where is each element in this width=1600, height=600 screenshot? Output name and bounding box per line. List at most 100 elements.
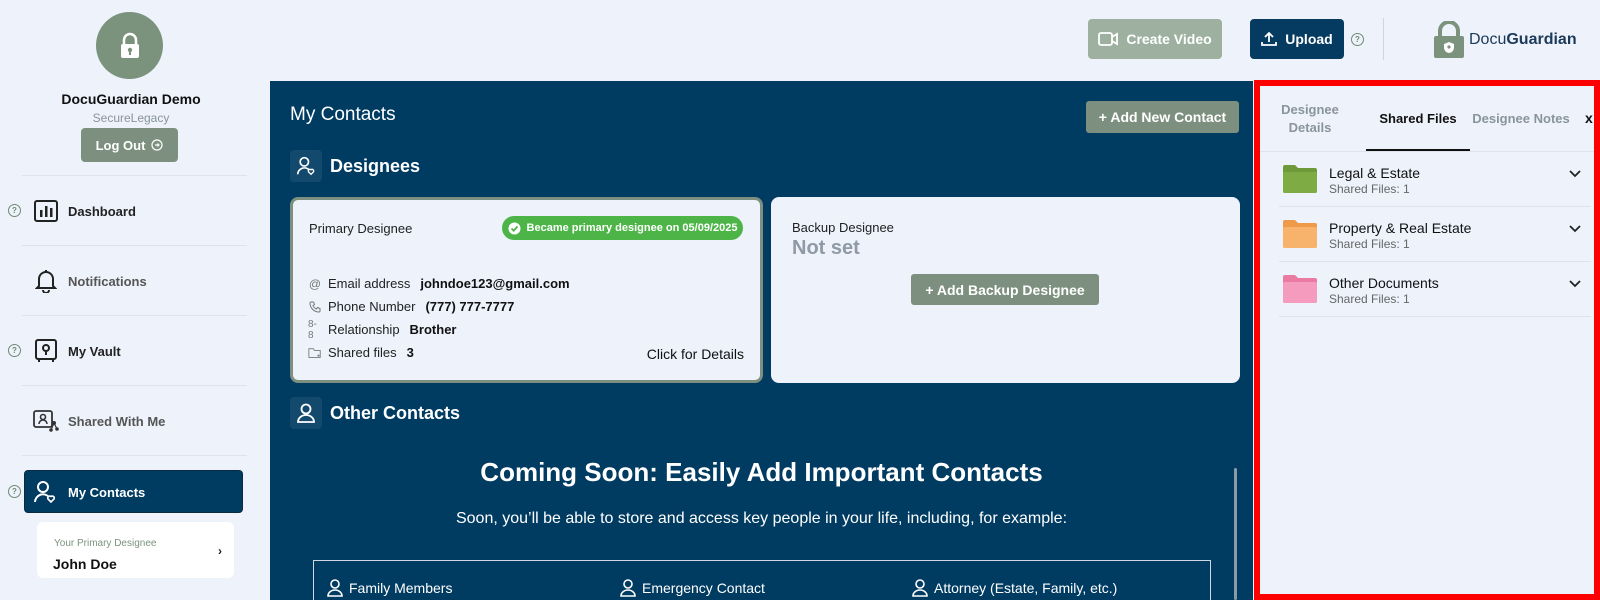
email-label: Email address bbox=[328, 276, 411, 291]
person-icon bbox=[290, 397, 322, 429]
check-circle-icon bbox=[508, 222, 521, 234]
create-video-button[interactable]: Create Video bbox=[1088, 19, 1222, 59]
user-avatar[interactable] bbox=[96, 12, 163, 79]
upload-button[interactable]: Upload bbox=[1250, 19, 1344, 59]
phone-row: Phone Number (777) 777-7777 bbox=[308, 299, 514, 314]
folder-name: Legal & Estate bbox=[1329, 165, 1421, 181]
sidebar-item-shared-with-me[interactable]: Shared With Me bbox=[0, 400, 246, 442]
folder-name: Other Documents bbox=[1329, 275, 1439, 291]
tab-designee-details[interactable]: Designee Details bbox=[1270, 101, 1350, 137]
sidebar-item-notifications[interactable]: Notifications bbox=[0, 260, 246, 302]
nav-divider bbox=[22, 455, 247, 456]
user-org: SecureLegacy bbox=[92, 111, 170, 125]
contact-type-item: Emergency Contact bbox=[620, 579, 765, 597]
nav-label-notifications: Notifications bbox=[68, 274, 147, 289]
contact-type-label: Family Members bbox=[349, 580, 453, 596]
primary-designee-label: Your Primary Designee bbox=[54, 538, 157, 549]
designee-side-panel: Designee Details Shared Files Designee N… bbox=[1254, 80, 1600, 600]
email-value: johndoe123@gmail.com bbox=[420, 276, 570, 291]
sidebar-item-dashboard[interactable]: ? Dashboard bbox=[0, 190, 246, 232]
folder-row-other-documents[interactable]: Other Documents Shared Files: 1 bbox=[1279, 262, 1591, 317]
nav-divider bbox=[22, 245, 247, 246]
relationship-label: Relationship bbox=[328, 322, 400, 337]
nav-divider bbox=[22, 175, 247, 176]
help-icon[interactable]: ? bbox=[8, 344, 21, 357]
primary-status-text: Became primary designee on 05/09/2025 bbox=[526, 222, 738, 234]
nav-label-dashboard: Dashboard bbox=[68, 204, 136, 219]
chevron-down-icon[interactable] bbox=[1569, 170, 1581, 178]
contact-type-item: Attorney (Estate, Family, etc.) bbox=[912, 579, 1117, 597]
sidebar-item-my-contacts[interactable]: My Contacts bbox=[24, 470, 243, 513]
active-tab-indicator bbox=[1366, 149, 1470, 151]
relationship-value: Brother bbox=[409, 322, 457, 337]
nav-divider bbox=[22, 315, 247, 316]
chart-icon bbox=[33, 198, 59, 224]
shared-files-label: Shared files bbox=[328, 345, 397, 360]
sidebar-item-my-vault[interactable]: ? My Vault bbox=[0, 330, 246, 372]
header-divider bbox=[1383, 18, 1384, 60]
main-scrollbar[interactable] bbox=[1234, 468, 1237, 600]
brand-name: DocuGuardian bbox=[1469, 31, 1577, 49]
phone-icon bbox=[308, 300, 322, 314]
backup-designee-label: Backup Designee bbox=[792, 220, 894, 235]
nav-label-my-contacts: My Contacts bbox=[68, 485, 146, 500]
contact-type-label: Attorney (Estate, Family, etc.) bbox=[934, 580, 1118, 596]
chevron-right-icon: › bbox=[218, 544, 222, 558]
nav-divider bbox=[22, 385, 247, 386]
help-icon[interactable]: ? bbox=[8, 485, 21, 498]
contacts-icon bbox=[32, 479, 58, 505]
user-name: DocuGuardian Demo bbox=[61, 91, 201, 107]
email-row: @ Email address johndoe123@gmail.com bbox=[308, 276, 570, 291]
primary-designee-card[interactable]: Your Primary Designee John Doe › bbox=[37, 522, 234, 578]
backup-designee-card: Backup Designee Not set + Add Backup Des… bbox=[771, 197, 1240, 383]
person-icon bbox=[912, 579, 928, 597]
lock-icon bbox=[120, 32, 139, 58]
bell-icon bbox=[33, 268, 59, 294]
tab-shared-files[interactable]: Shared Files bbox=[1366, 111, 1470, 126]
folder-count: Shared Files: 1 bbox=[1329, 237, 1410, 251]
contacts-icon bbox=[290, 150, 322, 182]
click-for-details-link[interactable]: Click for Details bbox=[647, 346, 744, 362]
help-icon[interactable]: ? bbox=[8, 204, 21, 217]
backup-designee-value: Not set bbox=[792, 237, 860, 259]
close-panel-button[interactable]: x bbox=[1585, 110, 1593, 126]
designees-heading: Designees bbox=[290, 150, 420, 182]
contact-type-item: Family Members bbox=[327, 579, 452, 597]
person-icon bbox=[620, 579, 636, 597]
folder-icon bbox=[1283, 275, 1317, 303]
shared-files-row: Shared files 3 bbox=[308, 345, 414, 360]
folder-count: Shared Files: 1 bbox=[1329, 182, 1410, 196]
primary-designee-details-card[interactable]: Primary Designee Became primary designee… bbox=[290, 197, 763, 383]
contacts-main-panel: My Contacts + Add New Contact Designees … bbox=[270, 81, 1253, 600]
create-video-label: Create Video bbox=[1126, 31, 1212, 47]
chevron-down-icon[interactable] bbox=[1569, 280, 1581, 288]
shared-files-count: 3 bbox=[406, 345, 414, 360]
add-backup-designee-button[interactable]: + Add Backup Designee bbox=[911, 274, 1099, 305]
brand-logo[interactable]: DocuGuardian bbox=[1432, 21, 1577, 59]
relationship-icon: 8-8 bbox=[308, 318, 317, 341]
folder-icon bbox=[1283, 220, 1317, 248]
sidebar: DocuGuardian Demo SecureLegacy Log Out ?… bbox=[0, 0, 268, 600]
logout-icon bbox=[151, 139, 164, 151]
folder-name: Property & Real Estate bbox=[1329, 220, 1472, 236]
add-new-contact-button[interactable]: + Add New Contact bbox=[1086, 101, 1239, 133]
help-icon[interactable]: ? bbox=[1351, 33, 1364, 46]
contact-type-label: Emergency Contact bbox=[642, 580, 765, 596]
logout-button[interactable]: Log Out bbox=[81, 128, 178, 162]
shared-folder-icon bbox=[308, 346, 322, 360]
relationship-row: 8-8 Relationship Brother bbox=[308, 318, 457, 341]
other-contacts-heading: Other Contacts bbox=[290, 397, 460, 429]
folder-row-legal-estate[interactable]: Legal & Estate Shared Files: 1 bbox=[1279, 152, 1591, 207]
folder-row-property-real-estate[interactable]: Property & Real Estate Shared Files: 1 bbox=[1279, 207, 1591, 262]
tab-designee-notes[interactable]: Designee Notes bbox=[1466, 111, 1576, 126]
chevron-down-icon[interactable] bbox=[1569, 225, 1581, 233]
shared-icon bbox=[33, 408, 59, 434]
upload-label: Upload bbox=[1285, 31, 1333, 47]
folder-count: Shared Files: 1 bbox=[1329, 292, 1410, 306]
panel-tabs: Designee Details Shared Files Designee N… bbox=[1260, 86, 1594, 152]
logout-label: Log Out bbox=[95, 137, 146, 153]
upload-icon bbox=[1261, 31, 1278, 46]
brand-prefix: Docu bbox=[1469, 31, 1507, 48]
lock-logo-icon bbox=[1434, 21, 1464, 58]
primary-designee-name: John Doe bbox=[53, 556, 117, 572]
